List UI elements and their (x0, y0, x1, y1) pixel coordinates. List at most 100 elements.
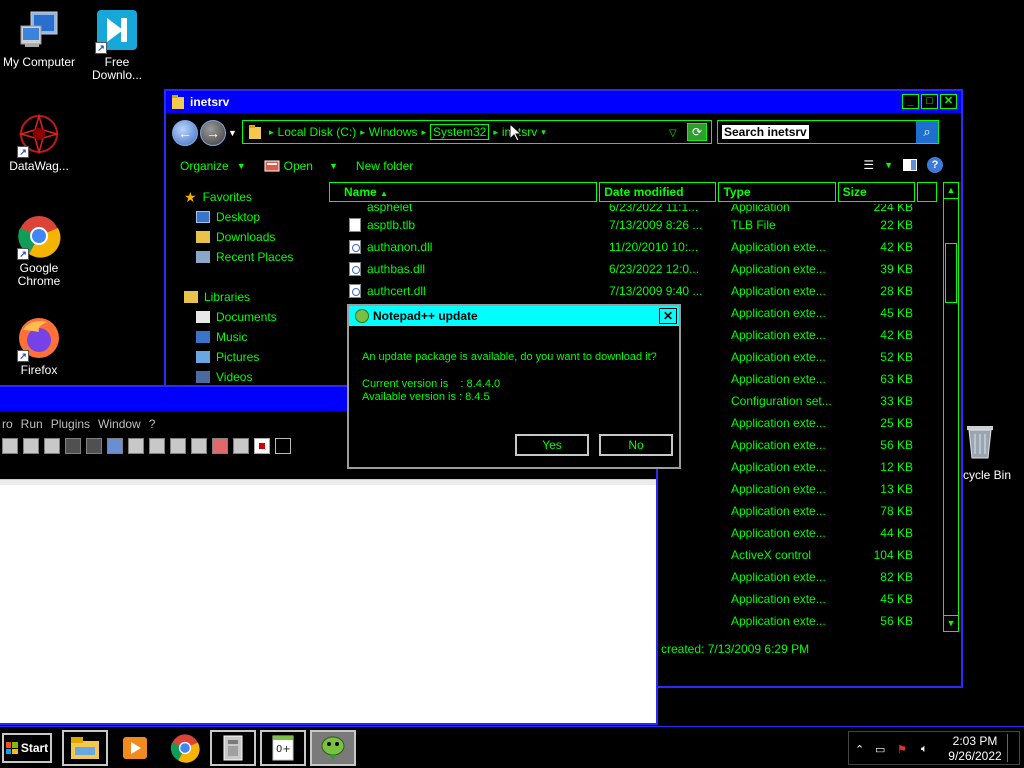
chevron-right-icon[interactable]: ▸ (269, 127, 274, 138)
yes-button[interactable]: Yes (515, 434, 589, 456)
maximize-button[interactable]: □ (921, 94, 938, 109)
forward-button[interactable]: → (200, 120, 226, 146)
help-icon[interactable]: ? (927, 157, 943, 173)
clock-date: 9/26/2022 (948, 749, 1002, 763)
back-button[interactable]: ← (172, 120, 198, 146)
taskbar-archive[interactable] (210, 730, 256, 766)
recent-pages-chevron-icon[interactable]: ▼ (228, 128, 237, 138)
stop-macro-icon[interactable] (275, 438, 291, 454)
chevron-right-icon[interactable]: ▸ (493, 127, 498, 138)
nav-videos[interactable]: Videos (184, 367, 334, 387)
desktop-icon-my-computer[interactable]: My Computer (0, 8, 78, 69)
new-folder-button[interactable]: New folder (356, 159, 413, 173)
action-center-flag-icon[interactable]: ⚑ (897, 743, 911, 756)
nav-favorites[interactable]: ★ Favorites (184, 187, 334, 207)
close-button[interactable]: ✕ (940, 94, 957, 109)
chevron-right-icon[interactable]: ▸ (421, 127, 426, 138)
menu-item-run[interactable]: Run (21, 417, 43, 431)
folder-workspace-icon[interactable] (170, 438, 186, 454)
indent-guide-icon[interactable] (107, 438, 123, 454)
menu-item-macro[interactable]: ro (2, 417, 13, 431)
chevron-down-icon[interactable]: ▼ (884, 160, 893, 170)
table-row[interactable]: authcert.dll 7/13/2009 9:40 ... Applicatio… (329, 280, 941, 302)
menu-item-help[interactable]: ? (149, 417, 156, 431)
nav-libraries[interactable]: Libraries (184, 287, 334, 307)
taskbar-notepad-plus[interactable]: 0+ (260, 730, 306, 766)
table-row[interactable]: authanon.dll 11/20/2010 10:... Application… (329, 236, 941, 258)
record-macro-icon[interactable] (254, 438, 270, 454)
zoom-in-icon[interactable] (44, 438, 60, 454)
scroll-thumb[interactable] (945, 243, 957, 303)
nav-documents[interactable]: Documents (184, 307, 334, 327)
organize-menu[interactable]: Organize ▼ (180, 159, 246, 173)
column-name[interactable]: Name ▲ (329, 182, 598, 202)
table-row[interactable]: asphelet 6/23/2022 11:1... Application 2… (329, 204, 941, 214)
wrap-icon[interactable] (65, 438, 81, 454)
refresh-button[interactable]: ⟳ (687, 123, 707, 141)
nav-music[interactable]: Music (184, 327, 334, 347)
show-desktop-button[interactable] (1007, 734, 1017, 762)
menu-item-window[interactable]: Window (98, 417, 141, 431)
desktop-icon-recycle-bin[interactable]: cycle Bin (955, 420, 1011, 482)
address-bar[interactable]: ▸ Local Disk (C:) ▸ Windows ▸ System32 ▸… (242, 120, 712, 144)
find-icon[interactable] (2, 438, 18, 454)
monitor-icon[interactable] (191, 438, 207, 454)
taskbar-chrome[interactable] (162, 730, 208, 766)
explorer-titlebar[interactable]: inetsrv _ □ ✕ (166, 91, 961, 113)
search-input[interactable]: Search inetsrv ⌕ (717, 120, 939, 144)
function-list-icon[interactable] (149, 438, 165, 454)
dialog-titlebar[interactable]: Notepad++ update (349, 306, 679, 326)
nav-pictures[interactable]: Pictures (184, 347, 334, 367)
breadcrumb-windows[interactable]: Windows (369, 125, 418, 139)
editor-icon: 0+ (272, 735, 294, 761)
taskbar-explorer[interactable] (62, 730, 108, 766)
scroll-up-icon[interactable]: ▲ (944, 183, 958, 199)
doc-map-icon[interactable] (128, 438, 144, 454)
menu-item-plugins[interactable]: Plugins (51, 417, 90, 431)
replace-icon[interactable] (23, 438, 39, 454)
taskbar-media-player[interactable] (112, 730, 158, 766)
chevron-down-icon[interactable]: ▾ (541, 127, 546, 138)
preview-pane-icon[interactable] (903, 159, 917, 171)
nav-desktop[interactable]: Desktop (184, 207, 334, 227)
music-icon (196, 331, 210, 343)
desktop-icon-free-download[interactable]: ↗ Free Downlo... (78, 8, 156, 82)
dialog-close-button[interactable]: ✕ (659, 308, 677, 324)
chevron-right-icon[interactable]: ▸ (360, 127, 365, 138)
network-icon[interactable]: ▭ (875, 743, 889, 756)
desktop-icon-google-chrome[interactable]: ↗ Google Chrome (0, 214, 78, 288)
column-date-modified[interactable]: Date modified (599, 182, 717, 202)
file-type: Application exte... (731, 570, 826, 584)
open-menu[interactable]: Open ▼ (264, 159, 338, 173)
column-size[interactable]: Size (837, 182, 916, 202)
no-button[interactable]: No (599, 434, 673, 456)
scroll-down-icon[interactable]: ▼ (944, 615, 958, 631)
address-dropdown-icon[interactable]: ▽ (669, 128, 677, 139)
minimize-button[interactable]: _ (902, 94, 919, 109)
vertical-scrollbar[interactable]: ▲ ▼ (943, 182, 959, 632)
volume-icon[interactable]: 🔈︎ (921, 743, 935, 755)
start-button[interactable]: Start (2, 733, 52, 763)
shortcut-arrow-icon: ↗ (17, 146, 29, 158)
breadcrumb-local-disk[interactable]: Local Disk (C:) (278, 125, 357, 139)
desktop-icon-datawag[interactable]: ↗ DataWag... (0, 112, 78, 173)
clock[interactable]: 2:03 PM 9/26/2022 (945, 734, 1005, 764)
search-icon[interactable]: ⌕ (916, 121, 938, 143)
folder-icon[interactable] (212, 438, 228, 454)
show-hidden-icons-icon[interactable]: ⌃ (855, 743, 869, 756)
table-row[interactable]: asptlb.tlb 7/13/2009 8:26 ... TLB File 22 K… (329, 214, 941, 236)
desktop-icon-firefox[interactable]: ↗ Firefox (0, 316, 78, 377)
update-dialog[interactable]: Notepad++ update ✕ An update package is … (347, 304, 681, 469)
column-extra[interactable] (917, 182, 938, 202)
nav-downloads[interactable]: Downloads (184, 227, 334, 247)
breadcrumb-system32[interactable]: System32 (429, 124, 490, 140)
pilcrow-icon[interactable] (86, 438, 102, 454)
file-type: Application exte... (731, 526, 826, 540)
settings-icon[interactable] (233, 438, 249, 454)
table-row[interactable]: authbas.dll 6/23/2022 12:0... Application … (329, 258, 941, 280)
nav-recent-places[interactable]: Recent Places (184, 247, 334, 267)
view-options-icon[interactable]: ☰ (863, 158, 874, 172)
taskbar-notepadpp-updater[interactable] (310, 730, 356, 766)
column-type[interactable]: Type (718, 182, 836, 202)
notepadpp-editor[interactable] (0, 485, 656, 723)
